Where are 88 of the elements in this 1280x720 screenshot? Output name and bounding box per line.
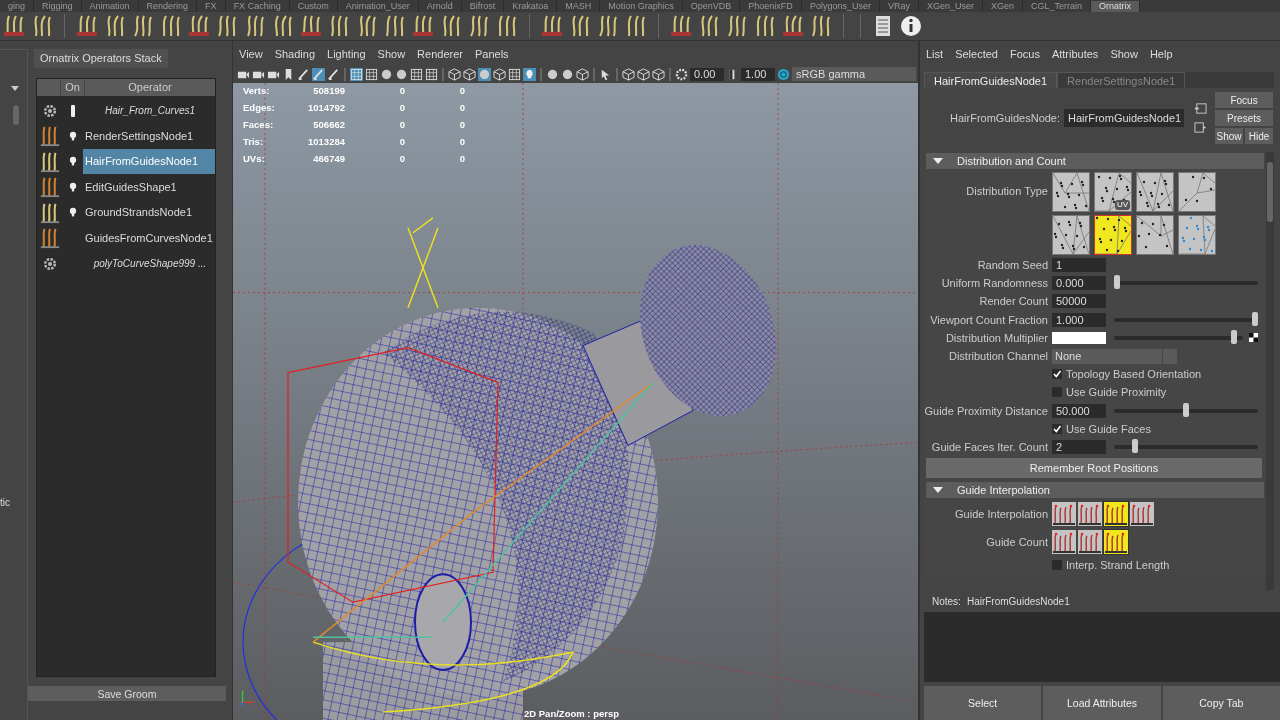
stat-label: Tris:	[243, 135, 265, 149]
node-tab[interactable]: HairFromGuidesNode1	[924, 72, 1058, 88]
stat-value: 0	[398, 101, 406, 115]
number-field[interactable]: 2	[1052, 439, 1106, 454]
attribute-label: Distribution Multiplier	[945, 331, 1048, 344]
menu-item[interactable]: Selected	[955, 47, 998, 65]
number-field[interactable]: 1.000	[1052, 312, 1106, 327]
stat-value: 0	[458, 152, 466, 166]
stat-value: 506662	[312, 118, 346, 132]
stat-value: 1013284	[307, 135, 346, 149]
stat-value: 0	[458, 101, 466, 115]
menu-item[interactable]: View	[239, 47, 263, 65]
menu-item[interactable]: Shading	[274, 47, 316, 65]
stat-value: 466749	[312, 152, 346, 166]
attribute-label: Uniform Randomness	[941, 277, 1048, 290]
panel-tab[interactable]: Ornatrix Operators Stack	[34, 49, 168, 68]
operator-item[interactable]: Hair_From_Curves1	[83, 98, 215, 124]
menu-item[interactable]: Attributes	[1051, 47, 1099, 65]
checkbox-label[interactable]: Use Guide Proximity	[1066, 386, 1167, 399]
number-field[interactable]: 1	[1052, 258, 1106, 273]
stat-value: 0	[398, 135, 406, 149]
attribute-label: Guide Faces Iter. Count	[931, 440, 1048, 453]
column-header[interactable]: On	[61, 79, 85, 96]
editor-button[interactable]: Select	[924, 686, 1042, 720]
stat-value: 1014792	[307, 101, 346, 115]
menu-item[interactable]: Show	[377, 47, 406, 65]
menu-item[interactable]: Help	[1149, 47, 1173, 65]
menu-item[interactable]: Panels	[474, 47, 509, 65]
column-header[interactable]: Operator	[85, 79, 215, 96]
node-name-field[interactable]: HairFromGuidesNode1	[1064, 109, 1185, 127]
operator-item[interactable]: RenderSettingsNode1	[83, 123, 215, 149]
attribute-label: Guide Interpolation	[955, 508, 1048, 521]
stat-label: Verts:	[243, 84, 271, 98]
attribute-label: Viewport Count Fraction	[930, 313, 1048, 326]
operator-item[interactable]: polyToCurveShape999 ...	[83, 251, 215, 277]
attribute-label: Distribution Channel	[948, 350, 1048, 363]
stat-value: 0	[398, 84, 406, 98]
save-groom-button[interactable]: Save Groom	[28, 686, 226, 701]
editor-button[interactable]: Copy Tab	[1162, 686, 1280, 720]
distribution-option[interactable]: UV	[1094, 172, 1132, 212]
stat-value: 0	[458, 118, 466, 132]
notes-node-name: HairFromGuidesNode1	[966, 596, 1070, 609]
menu-item[interactable]: Lighting	[327, 47, 366, 65]
presets-button[interactable]: Presets	[1215, 110, 1274, 126]
menu-item[interactable]: List	[926, 47, 944, 65]
number-field[interactable]: 50.000	[1052, 403, 1106, 418]
menu-item[interactable]: Show	[1110, 47, 1138, 65]
gamma-field[interactable]: 1.00	[741, 67, 775, 81]
checkbox-label[interactable]: Interp. Strand Length	[1066, 559, 1170, 572]
stat-value: 0	[458, 84, 466, 98]
section-header[interactable]: Distribution and Count	[926, 153, 1264, 169]
stat-value: 0	[398, 118, 406, 132]
stat-label: Faces:	[243, 118, 275, 132]
color-space-dropdown[interactable]: sRGB gamma	[792, 67, 916, 81]
attribute-label: Distribution Type	[966, 185, 1048, 197]
operator-item[interactable]: EditGuidesShape1	[83, 174, 215, 200]
stat-value: 508199	[312, 84, 346, 98]
node-label: HairFromGuidesNode:	[950, 112, 1061, 124]
notes-label: Notes:	[932, 596, 961, 609]
stat-label: UVs:	[243, 152, 266, 166]
section-header[interactable]: Guide Interpolation	[926, 482, 1264, 499]
operator-item[interactable]: GroundStrandsNode1	[83, 200, 215, 226]
stat-value: 0	[398, 152, 406, 166]
camera-label: 2D Pan/Zoom : persp	[524, 708, 619, 719]
exposure-field[interactable]: 0.00	[690, 67, 724, 81]
stat-value: 0	[458, 135, 466, 149]
focus-button[interactable]: Focus	[1215, 92, 1274, 108]
remember-root-positions-button[interactable]: Remember Root Positions	[926, 458, 1262, 479]
operator-item[interactable]: HairFromGuidesNode1	[83, 149, 215, 175]
editor-button[interactable]: Load Attributes	[1043, 686, 1161, 720]
channel-dropdown[interactable]: None	[1052, 348, 1177, 364]
number-field[interactable]: 50000	[1052, 294, 1106, 309]
stat-label: Edges:	[243, 101, 276, 115]
operator-item[interactable]: GuidesFromCurvesNode1	[83, 225, 215, 251]
checkbox-label[interactable]: Topology Based Orientation	[1066, 368, 1202, 381]
node-tab[interactable]: RenderSettingsNode1	[1057, 72, 1186, 88]
number-field[interactable]: 0.000	[1052, 276, 1106, 291]
panel-label: tic	[0, 497, 10, 508]
show-button[interactable]: Show	[1215, 128, 1244, 144]
attribute-label: Random Seed	[977, 259, 1048, 272]
hide-button[interactable]: Hide	[1245, 128, 1274, 144]
menu-item[interactable]: Renderer	[417, 47, 463, 65]
checkbox-label[interactable]: Use Guide Faces	[1066, 422, 1151, 435]
uv-badge: UV	[1114, 200, 1130, 210]
attribute-label: Guide Count	[986, 536, 1048, 549]
attribute-label: Render Count	[979, 295, 1048, 308]
menu-item[interactable]: Focus	[1009, 47, 1040, 65]
attribute-label: Guide Proximity Distance	[924, 404, 1048, 417]
